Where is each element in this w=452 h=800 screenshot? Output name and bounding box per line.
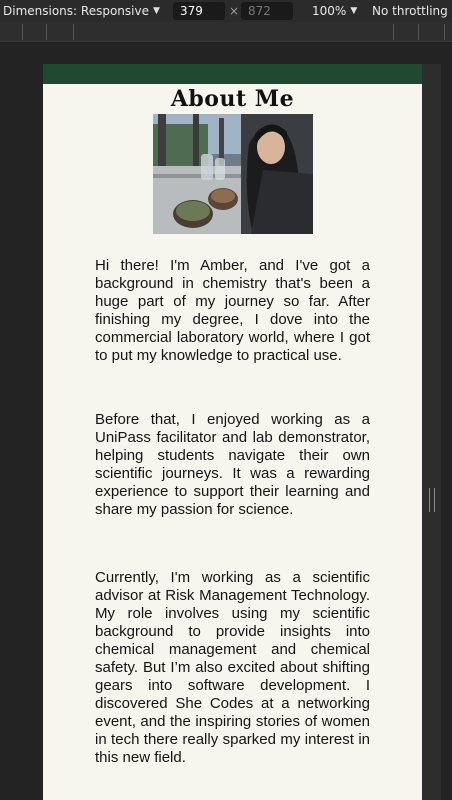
dimensions-dropdown[interactable]: Dimensions: Responsive ▼ — [3, 0, 160, 22]
throttling-dropdown[interactable]: No throttling — [372, 0, 448, 22]
zoom-label: 100% — [312, 4, 347, 18]
ruler-divider — [73, 24, 74, 40]
about-paragraph: Hi there! I'm Amber, and I've got a back… — [95, 257, 370, 364]
ruler-divider — [46, 24, 47, 40]
media-query-bar[interactable] — [0, 22, 452, 42]
about-paragraph: Before that, I enjoyed working as a UniP… — [95, 411, 370, 518]
height-placeholder: 872 — [248, 4, 271, 18]
devtools-toolbar: Dimensions: Responsive ▼ 379 × 872 100% … — [0, 0, 452, 22]
dimensions-label: Dimensions: Responsive — [3, 4, 149, 18]
zoom-dropdown[interactable]: 100% ▼ — [312, 0, 357, 22]
ruler-divider — [444, 24, 445, 40]
width-value: 379 — [180, 4, 203, 18]
profile-photo — [153, 114, 313, 234]
throttling-label: No throttling — [372, 4, 448, 18]
chevron-down-icon: ▼ — [350, 6, 358, 16]
resize-handle[interactable] — [429, 488, 435, 512]
height-input[interactable]: 872 — [241, 2, 293, 20]
ruler-divider — [418, 24, 419, 40]
about-paragraph: Currently, I'm working as a scientific a… — [95, 569, 370, 766]
times-icon: × — [229, 4, 240, 18]
ruler-divider — [393, 24, 394, 40]
width-input[interactable]: 379 — [173, 2, 225, 20]
device-stage: About Me Hi there! I'm Amber, and I've g… — [0, 42, 452, 800]
page-viewport: About Me Hi there! I'm Amber, and I've g… — [43, 64, 422, 800]
page-title: About Me — [170, 86, 295, 112]
ruler-divider — [22, 24, 23, 40]
chevron-down-icon: ▼ — [152, 6, 160, 16]
navbar — [43, 64, 422, 84]
